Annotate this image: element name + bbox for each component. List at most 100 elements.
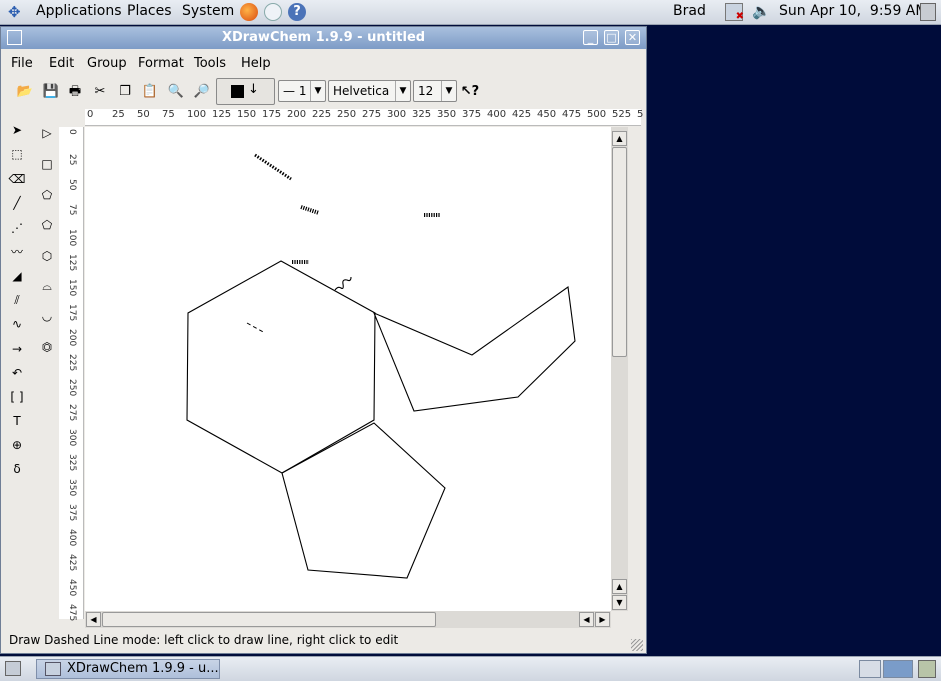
zoom-out-icon[interactable]: 🔎 — [191, 81, 213, 103]
line-width-combo[interactable]: — 1 ▼ — [278, 80, 326, 102]
ruler-tick-label: 75 — [162, 109, 175, 120]
menubar: File Edit Group Format Tools Help — [1, 51, 646, 75]
mail-icon[interactable] — [264, 3, 282, 21]
maximize-button[interactable]: □ — [604, 30, 619, 45]
ruler-tick-label: 525 — [612, 109, 632, 120]
symbol-tool-icon[interactable]: ⊕ — [6, 434, 28, 456]
workspace-1[interactable] — [859, 660, 881, 678]
ruler-tick-label: 100 — [67, 229, 77, 247]
open-icon[interactable]: 📂 — [14, 81, 36, 103]
horizontal-scrollbar[interactable]: ◀ ◀ ▶ — [85, 611, 611, 628]
ruler-tick-label: 5 — [637, 109, 644, 120]
user-name[interactable]: Brad — [673, 3, 706, 19]
font-size-value: 12 — [418, 84, 434, 98]
menu-format[interactable]: Format — [138, 56, 184, 71]
places-menu[interactable]: Places — [127, 3, 172, 19]
hexagon-ring-icon[interactable]: ⬡ — [36, 245, 58, 267]
whats-this-icon[interactable]: ↖? — [459, 81, 481, 103]
status-bar: Draw Dashed Line mode: left click to dra… — [9, 633, 399, 647]
ruler-tick-label: 325 — [412, 109, 432, 120]
dashed-line-tool-icon[interactable]: ⋰ — [6, 217, 28, 239]
hexagon-ring — [186, 260, 376, 474]
menu-group[interactable]: Group — [87, 56, 127, 71]
curved-arrow-tool-icon[interactable]: ↶ — [6, 362, 28, 384]
ruler-tick-label: 475 — [67, 604, 77, 622]
copy-icon[interactable]: ❐ — [114, 81, 136, 103]
square-ring-icon[interactable]: □ — [36, 153, 58, 175]
logout-icon[interactable] — [920, 3, 936, 21]
ruler-tick-label: 250 — [337, 109, 357, 120]
wedge-bond-tool-icon[interactable]: ◢ — [6, 265, 28, 287]
scroll-left-end-button[interactable]: ◀ — [579, 612, 594, 627]
font-size-combo[interactable]: 12 ▼ — [413, 80, 457, 102]
applications-menu[interactable]: Applications — [36, 3, 122, 19]
paste-icon[interactable]: 📋 — [139, 81, 161, 103]
eraser-tool-icon[interactable]: ⌫ — [6, 168, 28, 190]
system-menu[interactable]: System — [182, 3, 234, 19]
color-button[interactable]: ↓ — [216, 78, 275, 105]
zoom-in-icon[interactable]: 🔍 — [165, 81, 187, 103]
triangle-ring-icon[interactable]: ▷ — [36, 122, 58, 144]
lasso-tool-icon[interactable]: ⬚ — [6, 143, 28, 165]
minimize-button[interactable]: _ — [583, 30, 598, 45]
wavy-bond-tool-icon[interactable]: ∿ — [6, 313, 28, 335]
drawing-canvas[interactable] — [85, 127, 611, 611]
menu-file[interactable]: File — [11, 56, 33, 71]
scroll-up-button[interactable]: ▲ — [612, 131, 627, 146]
volume-icon[interactable]: 🔈 — [752, 2, 771, 20]
print-icon[interactable]: 🖶 — [64, 81, 86, 103]
firefox-icon[interactable] — [240, 3, 258, 21]
xdrawchem-window: XDrawChem 1.9.9 - untitled _ □ ✕ File Ed… — [0, 26, 647, 654]
ruler-tick-label: 275 — [67, 404, 77, 422]
gnome-foot-icon[interactable]: ✥ — [8, 3, 28, 21]
horizontal-ruler: 0 25 50 75 100 125 150 175 200 225 250 275 300 325 350… — [85, 109, 644, 126]
arrow-tool-icon[interactable]: → — [6, 338, 28, 360]
clock[interactable]: Sun Apr 10, 9:59 AM — [779, 3, 927, 19]
font-combo[interactable]: Helvetica ▼ — [328, 80, 411, 102]
chain-tool-icon[interactable]: 〰 — [6, 241, 28, 263]
workspace-2[interactable] — [883, 660, 913, 678]
charge-tool-icon[interactable]: δ — [6, 458, 28, 480]
line-tool-icon[interactable]: ╱ — [6, 192, 28, 214]
resize-grip-icon[interactable] — [631, 639, 643, 651]
pentagon-ring-icon[interactable]: ⬠ — [36, 184, 58, 206]
vertical-scrollbar[interactable]: ▲ ▲ ▼ — [611, 127, 628, 611]
menu-help[interactable]: Help — [241, 56, 271, 71]
chair-ring-icon[interactable]: ⌓ — [36, 275, 58, 297]
ruler-tick-label: 450 — [67, 579, 77, 597]
scroll-right-button[interactable]: ▶ — [595, 612, 610, 627]
boat-ring-icon[interactable]: ◡ — [36, 305, 58, 327]
ruler-tick-label: 350 — [437, 109, 457, 120]
network-icon[interactable]: ✖ — [725, 3, 744, 22]
save-icon[interactable]: 💾 — [40, 81, 62, 103]
color-swatch — [231, 85, 244, 98]
bottom-panel: XDrawChem 1.9.9 - u... — [0, 656, 941, 681]
scroll-down-top-button[interactable]: ▲ — [612, 579, 627, 594]
close-button[interactable]: ✕ — [625, 30, 640, 45]
bracket-tool-icon[interactable]: [ ] — [6, 386, 28, 408]
hashed-bond-tool-icon[interactable]: ⫽ — [6, 289, 28, 311]
vertical-scroll-thumb[interactable] — [612, 147, 627, 357]
window-titlebar[interactable]: XDrawChem 1.9.9 - untitled _ □ ✕ — [1, 27, 646, 49]
scroll-down-button[interactable]: ▼ — [612, 595, 627, 610]
ruler-tick-label: 50 — [67, 179, 77, 191]
ruler-tick-label: 125 — [67, 254, 77, 272]
menu-edit[interactable]: Edit — [49, 56, 74, 71]
cut-icon[interactable]: ✂ — [89, 81, 111, 103]
ruler-tick-label: 350 — [67, 479, 77, 497]
trash-icon[interactable] — [918, 660, 936, 678]
menu-tools[interactable]: Tools — [194, 56, 226, 71]
benzene-ring-icon[interactable]: ⏣ — [36, 336, 58, 358]
cyclopentadiene-ring-icon[interactable]: ⬠ — [36, 214, 58, 236]
show-desktop-icon[interactable] — [5, 661, 21, 676]
select-tool-icon[interactable]: ➤ — [6, 119, 28, 141]
horizontal-scroll-thumb[interactable] — [102, 612, 436, 627]
ruler-tick-label: 275 — [362, 109, 382, 120]
text-tool-icon[interactable]: T — [6, 410, 28, 432]
help-icon[interactable]: ? — [288, 3, 306, 21]
scroll-left-button[interactable]: ◀ — [86, 612, 101, 627]
ruler-tick-label: 375 — [67, 504, 77, 522]
ruler-tick-label: 25 — [112, 109, 125, 120]
ruler-tick-label: 225 — [312, 109, 332, 120]
taskbar-xdrawchem-button[interactable]: XDrawChem 1.9.9 - u... — [36, 659, 220, 679]
